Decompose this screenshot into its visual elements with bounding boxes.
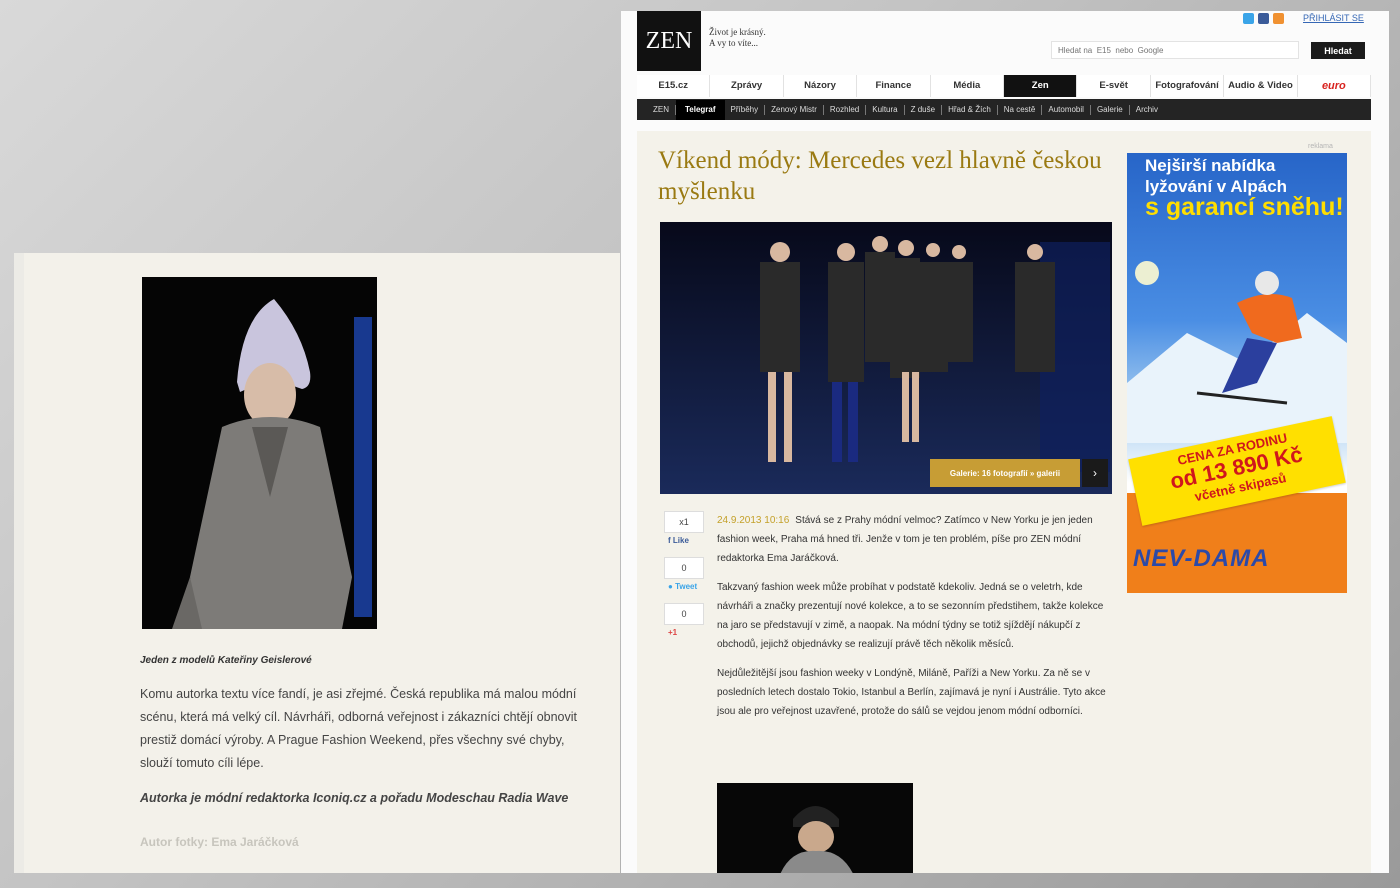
page-content: Víkend módy: Mercedes vezl hlavně českou… [637,131,1371,873]
article-body: 24.9.2013 10:16 Stává se z Prahy módní ve… [717,511,1113,731]
subnav-item-kultura[interactable]: Kultura [866,104,905,115]
ad-headline: Nejširší nabídka lyžování v Alpách [1145,156,1288,196]
subnav-item-galerie[interactable]: Galerie [1091,104,1130,115]
article-intro: 24.9.2013 10:16 Stává se z Prahy módní ve… [717,515,1093,564]
subnav-item-zenovy-mistr[interactable]: Zenový Mistr [765,104,824,115]
article-paragraph: Komu autorka textu více fandí, je asi zř… [140,687,578,770]
search-input[interactable] [1051,41,1299,59]
article-paragraph: Takzvaný fashion week může probíhat v po… [717,582,1104,650]
subnav-item-automobil[interactable]: Automobil [1042,104,1091,115]
subnav-item-rozhled[interactable]: Rozhled [824,104,867,115]
nav-item-zpravy[interactable]: Zprávy [710,75,784,97]
subnav-item-zen[interactable]: ZEN [647,104,676,115]
facebook-like-count: x1 [664,511,704,533]
ad-label: reklama [1308,143,1333,150]
subnav-item-hrad-zich[interactable]: Hřad & Žích [942,104,998,115]
nav-item-e15[interactable]: E15.cz [637,75,711,97]
gallery-button[interactable]: Galerie: 16 fotografií » galerii [930,459,1080,487]
article-paragraph: Nejdůležitější jsou fashion weeky v Lond… [717,668,1106,717]
gallery-next-button[interactable]: › [1082,459,1108,487]
nav-item-audio-video[interactable]: Audio & Video [1224,75,1298,97]
left-article-snippet: Jeden z modelů Kateřiny Geislerové Komu … [14,253,620,873]
gplus-count: 0 [664,603,704,625]
ski-advertisement[interactable]: Nejširší nabídka lyžování v Alpách s gar… [1127,153,1347,593]
sub-navigation: ZEN Telegraf Příběhy Zenový Mistr Rozhle… [637,99,1371,120]
author-note: Autorka je módní redaktorka Iconiq.cz a … [140,791,569,805]
tweet-button[interactable]: ● Tweet [668,582,704,591]
facebook-like-button[interactable]: f Like [668,536,704,545]
nav-item-media[interactable]: Média [931,75,1005,97]
runway-hero-image[interactable]: Galerie: 16 fotografií » galerii › [660,222,1112,494]
nav-item-esvet[interactable]: E-svět [1077,75,1151,97]
facebook-icon[interactable] [1258,13,1269,24]
ad-subheadline: s garancí sněhu! [1145,193,1344,221]
subnav-item-telegraf[interactable]: Telegraf [676,99,725,120]
login-link[interactable]: PŘIHLÁSIT SE [1303,13,1364,23]
subnav-item-z-duse[interactable]: Z duše [905,104,943,115]
nav-item-zen[interactable]: Zen [1004,75,1078,97]
model-photo-headscarf [142,277,377,629]
nav-item-fotografovani[interactable]: Fotografování [1151,75,1225,97]
ad-brand-logo: NEV-DAMA [1133,545,1270,572]
nav-item-euro[interactable]: euro [1298,75,1372,97]
article-date: 24.9.2013 10:16 [717,515,790,526]
nav-item-nazory[interactable]: Názory [784,75,858,97]
article-title: Víkend módy: Mercedes vezl hlavně českou… [658,147,1102,205]
skier-illustration [1127,261,1347,443]
twitter-icon[interactable] [1243,13,1254,24]
rss-icon[interactable] [1273,13,1284,24]
search-button[interactable]: Hledat [1311,42,1365,59]
photo-caption: Jeden z modelů Kateřiny Geislerové [140,655,312,666]
tweet-count: 0 [664,557,704,579]
zen-logo[interactable]: ZEN [637,11,701,71]
social-icons [1243,13,1284,24]
share-buttons: x1 f Like 0 ● Tweet 0 +1 [664,511,704,649]
zen-webpage: ZEN Život je krásný. A vy to víte... PŘI… [621,11,1389,873]
gplus-button[interactable]: +1 [668,628,704,637]
subnav-item-archiv[interactable]: Archiv [1130,105,1164,115]
twitter-icon: ● [668,582,673,591]
main-navigation: E15.cz Zprávy Názory Finance Média Zen E… [637,75,1372,97]
subnav-item-na-ceste[interactable]: Na cestě [998,104,1043,115]
site-tagline: Život je krásný. A vy to víte... [709,27,766,48]
nav-item-finance[interactable]: Finance [857,75,931,97]
photo-credit: Autor fotky: Ema Jaráčková [140,835,299,849]
subnav-item-pribehy[interactable]: Příběhy [725,104,766,115]
facebook-icon: f [668,536,671,545]
model-cap-photo[interactable] [717,783,913,873]
